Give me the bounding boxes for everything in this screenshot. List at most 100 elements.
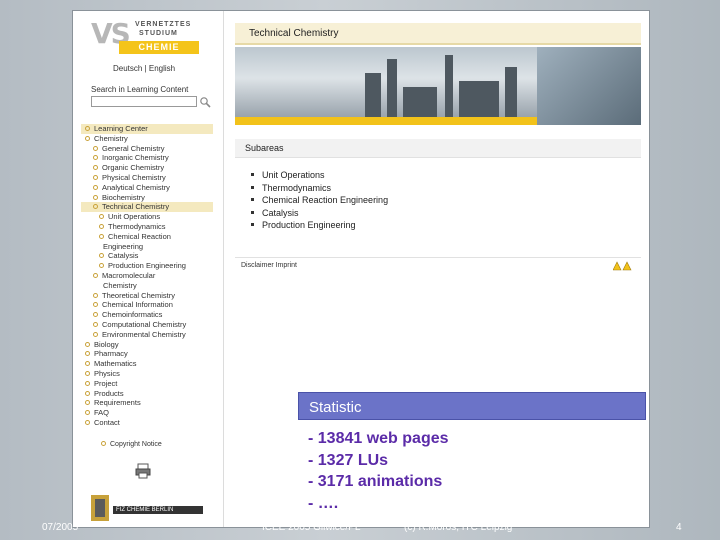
subarea-link[interactable]: Unit Operations [251,169,388,182]
nav-item-label: Physical Chemistry [102,172,166,182]
subarea-label: Production Engineering [262,220,356,230]
square-bullet-icon [251,210,254,214]
nav-item[interactable]: Organic Chemistry [81,163,213,173]
divider [235,257,641,258]
nav-item-label: Learning Center [94,124,148,133]
nav-item[interactable]: Contact [81,418,213,428]
bullet-icon [93,184,98,190]
subarea-link[interactable]: Catalysis [251,207,388,220]
nav-item[interactable]: Pharmacy [81,349,213,359]
nav-item-label: Theoretical Chemistry [102,290,175,300]
nav-item[interactable]: Biology [81,340,213,350]
search-label: Search in Learning Content [91,85,189,94]
warning-icon[interactable] [613,261,633,271]
square-bullet-icon [251,173,254,176]
statistic-item: - 1327 LUs [308,451,389,469]
nav-item-label: Physics [94,368,120,378]
nav-item-label: Engineering [103,241,144,251]
nav-item-label: General Chemistry [102,143,165,153]
subarea-label: Catalysis [262,207,299,218]
nav-item[interactable]: Chemoinformatics [81,310,213,320]
nav-item[interactable]: Requirements [81,398,213,408]
bullet-icon [85,370,90,376]
subarea-link[interactable]: Chemical Reaction Engineering [251,194,388,207]
nav-item[interactable]: Analytical Chemistry [81,183,213,193]
nav-item[interactable]: Physical Chemistry [81,173,213,183]
nav-item[interactable]: Macromolecular [81,271,213,281]
nav-item[interactable]: Chemical Reaction [81,232,213,242]
nav-item-label: Production Engineering [108,261,186,271]
fiz-name: FIZ CHEMIE BERLIN [113,506,203,514]
language-links[interactable]: Deutsch | English [113,64,175,73]
nav-item-label: Chemistry [94,133,128,143]
nav-item[interactable]: Learning Center [81,124,213,134]
nav-item[interactable]: Engineering [81,242,213,252]
copyright-link[interactable]: Copyright Notice [101,441,162,448]
subarea-link[interactable]: Production Engineering [251,219,388,232]
bullet-icon [85,390,90,396]
nav-item[interactable]: Chemistry [81,281,213,291]
nav-item[interactable]: Chemical Information [81,300,213,310]
nav-item-label: Chemistry [103,280,137,290]
plant-silhouette [387,59,397,117]
nav-item[interactable]: FAQ [81,408,213,418]
plant-silhouette [459,81,499,117]
sidebar: VS VERNETZTES STUDIUM CHEMIE Deutsch | E… [73,11,224,527]
statistic-item: - …. [308,494,339,512]
subareas-header: Subareas [235,139,641,158]
nav-item-label: Macromolecular [102,270,156,280]
slide-conference: ICEE 2005 Gliwice/PL [262,522,361,533]
nav-item[interactable]: General Chemistry [81,144,213,154]
bullet-icon [99,253,104,259]
nav-item[interactable]: Unit Operations [81,212,213,222]
subarea-link[interactable]: Thermodynamics [251,182,388,195]
nav-item-label: Organic Chemistry [102,163,165,173]
bullet-icon [85,361,90,367]
nav-item[interactable]: Biochemistry [81,193,213,203]
square-bullet-icon [251,223,254,226]
square-bullet-icon [251,198,254,201]
nav-item[interactable]: Mathematics [81,359,213,369]
nav-item-label: Chemical Reaction [108,231,171,241]
bullet-icon [93,321,98,327]
disclaimer-imprint-links[interactable]: Disclaimer Imprint [241,262,297,269]
nav-item[interactable]: Computational Chemistry [81,320,213,330]
nav-item-label: Mathematics [94,359,137,369]
nav-item-label: Chemical Information [102,300,173,310]
bullet-icon [85,351,90,357]
statistic-list: - 13841 web pages - 1327 LUs - 3171 animat… [308,428,449,514]
nav-item[interactable]: Theoretical Chemistry [81,291,213,301]
printer-icon[interactable] [135,463,151,479]
bullet-icon [93,272,98,278]
statistic-item: - 3171 animations [308,473,443,490]
nav-item-label: Environmental Chemistry [102,329,186,339]
plant-silhouette [403,87,437,117]
bullet-icon [93,204,98,210]
nav-item[interactable]: Physics [81,369,213,379]
nav-item-label: Unit Operations [108,212,161,222]
nav-item[interactable]: Environmental Chemistry [81,330,213,340]
nav-item[interactable]: Chemistry [81,134,213,144]
nav-item[interactable]: Inorganic Chemistry [81,153,213,163]
subarea-label: Chemical Reaction Engineering [262,195,389,205]
logo-badge: CHEMIE [119,41,199,54]
nav-item[interactable]: Technical Chemistry [81,202,213,213]
nav-item[interactable]: Catalysis [81,251,213,261]
page-title: Technical Chemistry [249,28,339,39]
search-icon[interactable] [199,96,211,108]
vs-chemie-logo[interactable]: VS VERNETZTES STUDIUM CHEMIE [91,15,217,57]
statistic-title: Statistic [309,399,362,416]
bullet-icon [85,135,90,141]
subareas-list: Unit Operations Thermodynamics Chemical Re… [251,169,388,232]
nav-item[interactable]: Thermodynamics [81,222,213,232]
bullet-icon [93,312,98,318]
nav-item-label: FAQ [94,408,110,418]
search-input[interactable] [91,96,197,107]
nav-item[interactable]: Products [81,389,213,399]
nav-item[interactable]: Production Engineering [81,261,213,271]
nav-item-label: Technical Chemistry [102,202,170,212]
nav-item-label: Chemoinformatics [102,310,163,320]
nav-item[interactable]: Project [81,379,213,389]
bullet-icon [93,155,98,161]
fiz-chemie-logo[interactable]: FIZ CHEMIE BERLIN [91,495,203,523]
